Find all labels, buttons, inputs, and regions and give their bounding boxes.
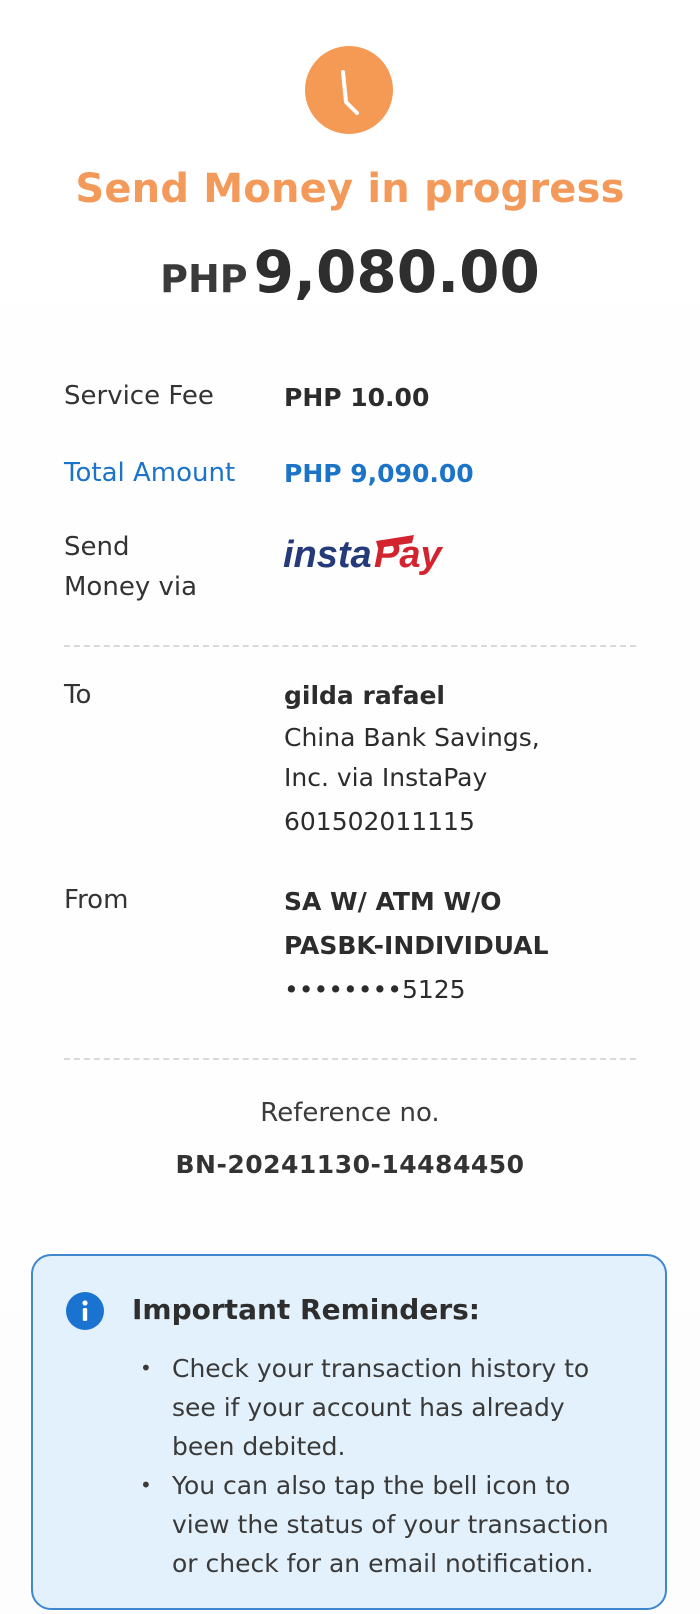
reminder-line: or check for an email notification. [172,1549,594,1578]
service-fee-value: PHP 10.00 [284,383,430,412]
reference-number[interactable]: BN-20241130-14484450 [0,1150,700,1179]
reference-label: Reference no. [260,1098,440,1128]
sender-label: From [64,885,129,915]
send-via-label-line2: Money via [64,572,198,602]
recipient-bank-line2: Inc. via InstaPay [284,763,488,792]
reminder-line: view the status of your transaction [172,1510,609,1539]
status-title: Send Money in progress [75,166,625,212]
sender-account-type-line2: PASBK-INDIVIDUAL [284,931,549,960]
transaction-status-screen: Send Money in progress PHP 9,080.00 Servi… [0,0,700,1614]
recipient-label: To [64,680,92,710]
total-amount-value: PHP 9,090.00 [284,459,474,488]
recipient-account-number: 601502011115 [284,807,475,836]
amount-display: PHP 9,080.00 [0,238,700,306]
reminder-line: been debited. [172,1432,346,1461]
instapay-logo: insta Pay [283,533,473,579]
reminders-title: Important Reminders: [132,1293,480,1326]
reminders-list: Check your transaction history to see if… [140,1349,640,1583]
info-icon [66,1292,104,1330]
send-via-label: Send Money via [64,527,197,607]
sender-details: SA W/ ATM W/O PASBK-INDIVIDUAL ••••••••5… [284,882,549,1010]
recipient-bank-line1: China Bank Savings, [284,723,540,752]
reminder-line: Check your transaction history to [172,1354,590,1383]
recipient-name: gilda rafael [284,681,445,710]
svg-text:Pay: Pay [374,534,443,576]
amount-value: 9,080.00 [253,238,540,306]
section-divider [64,1058,636,1060]
sender-account-type-line1: SA W/ ATM W/O [284,887,502,916]
service-fee-label: Service Fee [64,381,214,411]
sender-account-masked: ••••••••5125 [284,975,466,1004]
svg-text:insta: insta [283,534,372,576]
reminder-item: You can also tap the bell icon to view t… [140,1466,640,1583]
send-via-label-line1: Send [64,532,130,562]
clock-icon [305,46,393,134]
total-amount-label: Total Amount [64,458,236,488]
reminder-line: You can also tap the bell icon to [172,1471,571,1500]
section-divider [64,645,636,647]
reminder-item: Check your transaction history to see if… [140,1349,640,1466]
reminder-line: see if your account has already [172,1393,565,1422]
amount-currency: PHP [160,257,248,301]
recipient-details: gilda rafael China Bank Savings, Inc. vi… [284,676,540,842]
